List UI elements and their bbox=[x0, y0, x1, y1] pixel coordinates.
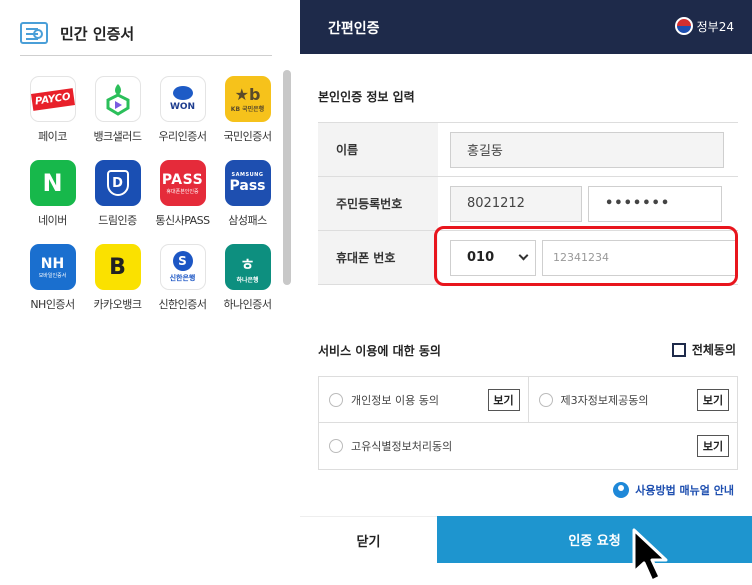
name-input[interactable]: 홍길동 bbox=[450, 131, 724, 168]
agreement-item-unique-id: 고유식별정보처리동의 보기 bbox=[319, 423, 737, 469]
simple-auth-panel: 간편인증 정부24 본인인증 정보 입력 이름 홍길동 주민등록번호 80212… bbox=[300, 0, 752, 585]
provider-naver[interactable]: N 네이버 bbox=[20, 160, 85, 228]
agreement-title: 서비스 이용에 대한 동의 bbox=[318, 344, 441, 358]
private-cert-title: 민간 인증서 bbox=[60, 24, 135, 43]
private-cert-header: 민간 인증서 bbox=[20, 18, 134, 48]
request-auth-button[interactable]: 인증 요청 bbox=[437, 516, 752, 563]
mouse-cursor-icon bbox=[632, 528, 668, 583]
rrn-back-input[interactable]: ••••••• bbox=[588, 185, 722, 222]
hana-logo-icon: ㅎ 하나은행 bbox=[224, 244, 271, 290]
provider-label: 삼성패스 bbox=[228, 214, 267, 227]
gov24-logo: 정부24 bbox=[674, 17, 734, 35]
provider-woori[interactable]: WON 우리인증서 bbox=[150, 76, 215, 144]
provider-label: 페이코 bbox=[38, 130, 67, 143]
certificate-icon bbox=[20, 22, 48, 44]
provider-label: 뱅크샐러드 bbox=[93, 130, 142, 143]
provider-grid: PAYCO 페이코 뱅크샐러드 WON 우리인증서 ★b KB 국민은행 국민인… bbox=[20, 76, 280, 312]
shinhan-logo-icon: S 신한은행 bbox=[159, 244, 206, 290]
dream-shield-icon: D bbox=[94, 160, 141, 206]
taegeuk-icon bbox=[674, 17, 693, 35]
agreement-item-privacy: 개인정보 이용 동의 보기 bbox=[319, 377, 528, 422]
provider-shinhan[interactable]: S 신한은행 신한인증서 bbox=[150, 244, 215, 312]
provider-label: 네이버 bbox=[38, 214, 67, 227]
provider-pass[interactable]: PASS 휴대폰본인인증 통신사PASS bbox=[150, 160, 215, 228]
radio-button[interactable] bbox=[329, 439, 343, 453]
naver-logo-icon: N bbox=[29, 160, 76, 206]
form-row-rrn: 주민등록번호 8021212 ••••••• bbox=[318, 177, 738, 231]
radio-button[interactable] bbox=[538, 392, 553, 407]
provider-label: NH인증서 bbox=[30, 298, 75, 311]
form-row-name: 이름 홍길동 bbox=[318, 123, 738, 177]
view-button[interactable]: 보기 bbox=[697, 435, 729, 457]
name-label: 이름 bbox=[318, 123, 438, 176]
kb-logo-icon: ★b KB 국민은행 bbox=[224, 76, 271, 122]
agree-all-checkbox[interactable]: 전체동의 bbox=[671, 341, 736, 358]
divider bbox=[20, 55, 272, 56]
provider-label: 우리인증서 bbox=[158, 130, 207, 143]
user-guide-icon bbox=[613, 482, 630, 498]
header-title: 간편인증 bbox=[328, 21, 380, 37]
provider-payco[interactable]: PAYCO 페이코 bbox=[20, 76, 85, 144]
rrn-label: 주민등록번호 bbox=[318, 177, 438, 230]
section-title: 본인인증 정보 입력 bbox=[318, 90, 415, 104]
rrn-front-input[interactable]: 8021212 bbox=[450, 185, 582, 222]
provider-samsung[interactable]: SAMSUNG Pass 삼성패스 bbox=[215, 160, 280, 228]
provider-nh[interactable]: NH 모바일인증서 NH인증서 bbox=[20, 244, 85, 312]
kakaobank-logo-icon: B bbox=[94, 244, 141, 290]
phone-highlight-box bbox=[434, 226, 738, 286]
banksalad-logo-icon bbox=[94, 76, 141, 122]
provider-label: 통신사PASS bbox=[155, 214, 210, 227]
scrollbar[interactable] bbox=[283, 70, 291, 285]
manual-link[interactable]: 사용방법 매뉴얼 안내 bbox=[613, 482, 734, 498]
phone-label: 휴대폰 번호 bbox=[318, 231, 438, 284]
provider-hana[interactable]: ㅎ 하나은행 하나인증서 bbox=[215, 244, 280, 312]
view-button[interactable]: 보기 bbox=[697, 389, 729, 411]
samsung-pass-logo-icon: SAMSUNG Pass bbox=[224, 160, 271, 206]
gov24-label: 정부24 bbox=[696, 19, 734, 34]
header-bar: 간편인증 정부24 bbox=[300, 0, 752, 54]
agreement-item-third-party: 제3자정보제공동의 보기 bbox=[527, 377, 738, 422]
checkbox-icon bbox=[671, 342, 686, 357]
provider-label: 신한인증서 bbox=[158, 298, 207, 311]
provider-label: 드림인증 bbox=[98, 214, 137, 227]
private-cert-panel: 민간 인증서 PAYCO 페이코 뱅크샐러드 WON 우리인증서 ★b KB 국… bbox=[0, 0, 300, 585]
provider-banksalad[interactable]: 뱅크샐러드 bbox=[85, 76, 150, 144]
provider-label: 국민인증서 bbox=[223, 130, 272, 143]
provider-kb[interactable]: ★b KB 국민은행 국민인증서 bbox=[215, 76, 280, 144]
provider-kakaobank[interactable]: B 카카오뱅크 bbox=[85, 244, 150, 312]
provider-label: 하나인증서 bbox=[223, 298, 272, 311]
payco-logo-icon: PAYCO bbox=[29, 76, 76, 122]
nh-logo-icon: NH 모바일인증서 bbox=[29, 244, 76, 290]
agreement-list: 개인정보 이용 동의 보기 제3자정보제공동의 보기 고유식별정보처리동의 보기 bbox=[318, 376, 738, 470]
provider-dream[interactable]: D 드림인증 bbox=[85, 160, 150, 228]
close-button[interactable]: 닫기 bbox=[300, 516, 437, 563]
radio-button[interactable] bbox=[329, 392, 343, 407]
view-button[interactable]: 보기 bbox=[487, 389, 520, 411]
woori-logo-icon: WON bbox=[159, 76, 206, 122]
pass-logo-icon: PASS 휴대폰본인인증 bbox=[159, 160, 206, 206]
provider-label: 카카오뱅크 bbox=[93, 298, 142, 311]
